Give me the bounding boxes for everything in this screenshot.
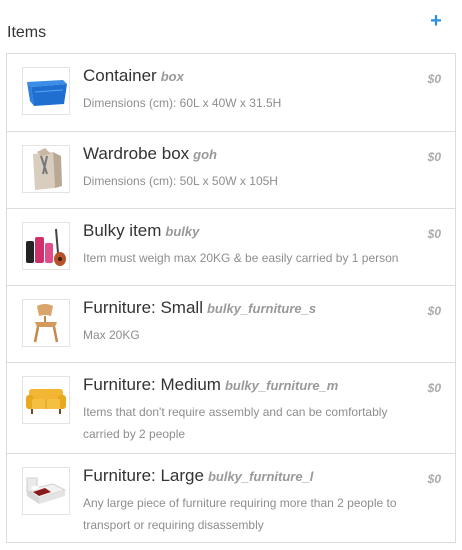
- wooden-chair-image: [33, 304, 59, 343]
- list-item[interactable]: Bulky item bulky Item must weigh max 20KG…: [7, 208, 455, 285]
- wardrobe-box-image: [33, 148, 62, 190]
- item-price: $0: [427, 472, 441, 486]
- item-code: bulky_furniture_l: [207, 469, 314, 484]
- item-description: Items that don't require assembly and ca…: [83, 405, 388, 441]
- item-price: $0: [427, 150, 441, 164]
- item-price: $0: [427, 72, 441, 86]
- plus-icon: +: [430, 10, 442, 32]
- item-price: $0: [427, 227, 441, 241]
- list-item[interactable]: Furniture: Large bulky_furniture_l Any la…: [7, 453, 455, 542]
- item-thumbnail: [22, 467, 70, 515]
- item-thumbnail: [22, 222, 70, 270]
- item-description: Item must weigh max 20KG & be easily car…: [83, 251, 399, 265]
- yellow-sofa-image: [26, 389, 66, 414]
- item-description: Any large piece of furniture requiring m…: [83, 496, 397, 532]
- item-thumbnail: [22, 67, 70, 115]
- item-code: bulky_furniture_s: [206, 301, 317, 316]
- item-title: Furniture: Small: [83, 298, 203, 317]
- luggage-golf-guitar-image: [26, 228, 66, 266]
- item-title: Bulky item: [83, 221, 162, 240]
- item-description: Max 20KG: [83, 328, 140, 342]
- white-bed-image: [25, 477, 67, 504]
- item-thumbnail: [22, 376, 70, 424]
- items-list: Container box Dimensions (cm): 60L x 40W …: [6, 53, 456, 543]
- item-code: goh: [193, 147, 217, 162]
- item-description: Dimensions (cm): 50L x 50W x 105H: [83, 174, 278, 188]
- item-title: Furniture: Medium: [83, 375, 221, 394]
- list-item[interactable]: Furniture: Medium bulky_furniture_m Items…: [7, 362, 455, 453]
- section-title: Items: [7, 24, 47, 41]
- item-price: $0: [427, 304, 441, 318]
- item-title: Container: [83, 66, 157, 85]
- item-code: bulky: [165, 224, 200, 239]
- item-title: Furniture: Large: [83, 466, 204, 485]
- add-item-button[interactable]: +: [428, 11, 444, 31]
- list-item[interactable]: Container box Dimensions (cm): 60L x 40W …: [7, 54, 455, 131]
- list-item[interactable]: Wardrobe box goh Dimensions (cm): 50L x 5…: [7, 131, 455, 208]
- item-title: Wardrobe box: [83, 144, 190, 163]
- list-item[interactable]: Furniture: Small bulky_furniture_s Max 20…: [7, 285, 455, 362]
- item-code: bulky_furniture_m: [224, 378, 339, 393]
- item-thumbnail: [22, 299, 70, 347]
- item-thumbnail: [22, 145, 70, 193]
- item-price: $0: [427, 381, 441, 395]
- blue-storage-container-image: [27, 80, 67, 106]
- item-code: box: [160, 69, 184, 84]
- item-description: Dimensions (cm): 60L x 40W x 31.5H: [83, 96, 282, 110]
